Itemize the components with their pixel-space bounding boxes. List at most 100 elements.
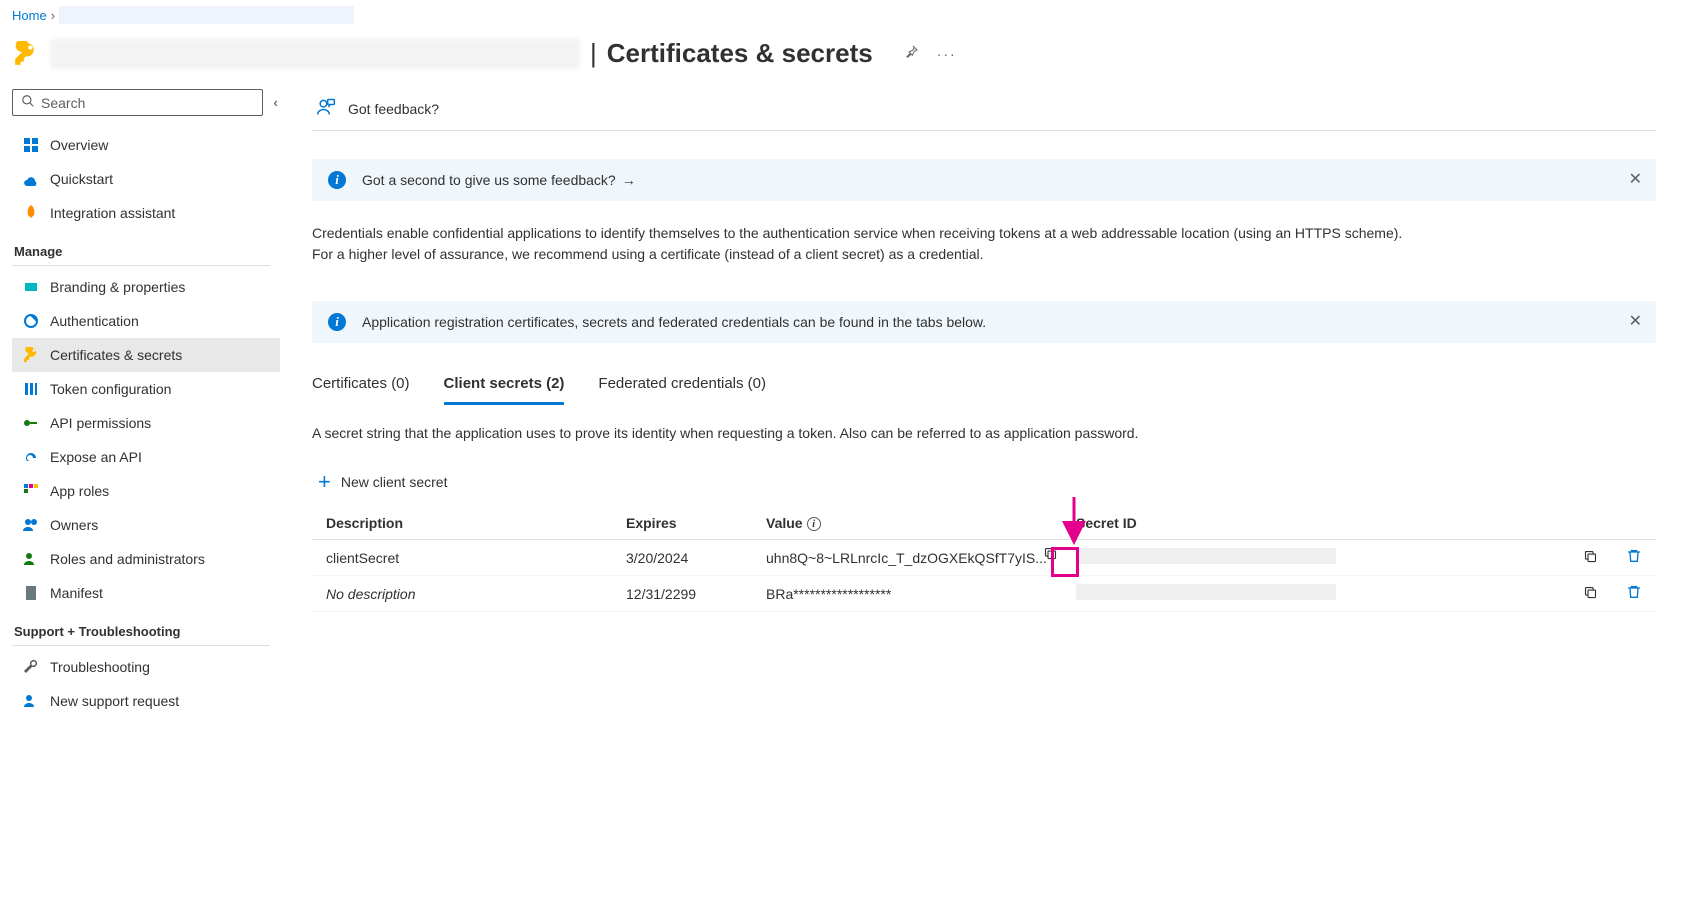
- info-icon: i: [328, 313, 346, 331]
- cell-value: BRa******************: [752, 576, 1062, 612]
- sidebar-item-token[interactable]: Token configuration: [12, 372, 280, 406]
- sidebar: ‹‹ Overview Quickstart Integration assis…: [0, 89, 280, 718]
- branding-icon: [22, 278, 40, 296]
- sidebar-item-label: New support request: [50, 693, 179, 709]
- sidebar-item-authentication[interactable]: Authentication: [12, 304, 280, 338]
- new-client-secret-button[interactable]: + New client secret: [318, 471, 447, 493]
- new-secret-label: New client secret: [341, 474, 448, 490]
- key-icon: [22, 346, 40, 364]
- tab-description: A secret string that the application use…: [312, 425, 1656, 441]
- sidebar-item-label: Overview: [50, 137, 108, 153]
- feedback-label: Got feedback?: [348, 101, 439, 117]
- main-content: Got feedback? i Got a second to give us …: [280, 89, 1680, 718]
- close-icon[interactable]: ✕: [1629, 311, 1642, 331]
- sidebar-item-roles[interactable]: Roles and administrators: [12, 542, 280, 576]
- sidebar-item-label: App roles: [50, 483, 109, 499]
- support-icon: [22, 692, 40, 710]
- tabs: Certificates (0) Client secrets (2) Fede…: [312, 371, 1656, 405]
- col-value: Valuei: [752, 507, 1062, 540]
- cell-expires: 12/31/2299: [612, 576, 752, 612]
- plus-icon: +: [318, 471, 331, 493]
- approles-icon: [22, 482, 40, 500]
- cell-expires: 3/20/2024: [612, 540, 752, 576]
- table-row: clientSecret 3/20/2024 uhn8Q~8~LRLnrcIc_…: [312, 540, 1656, 576]
- sidebar-item-label: Integration assistant: [50, 205, 175, 221]
- cell-description: clientSecret: [312, 540, 612, 576]
- table-row: No description 12/31/2299 BRa***********…: [312, 576, 1656, 612]
- sidebar-item-label: Token configuration: [50, 381, 171, 397]
- delete-icon[interactable]: [1612, 576, 1656, 612]
- feedback-bar[interactable]: Got feedback?: [312, 89, 1656, 131]
- sidebar-item-label: Authentication: [50, 313, 139, 329]
- col-secret-id: Secret ID: [1062, 507, 1569, 540]
- breadcrumb: Home ›: [0, 0, 1687, 28]
- header-divider: |: [590, 38, 597, 69]
- sidebar-item-troubleshooting[interactable]: Troubleshooting: [12, 650, 280, 684]
- sidebar-item-integration[interactable]: Integration assistant: [12, 196, 280, 230]
- search-icon: [21, 94, 35, 111]
- sidebar-item-certificates[interactable]: Certificates & secrets: [12, 338, 280, 372]
- sidebar-item-label: Quickstart: [50, 171, 113, 187]
- roles-icon: [22, 550, 40, 568]
- api-perm-icon: [22, 414, 40, 432]
- page-title: Certificates & secrets: [607, 38, 873, 69]
- rocket-icon: [22, 204, 40, 222]
- sidebar-item-branding[interactable]: Branding & properties: [12, 270, 280, 304]
- sidebar-item-new-support[interactable]: New support request: [12, 684, 280, 718]
- col-description: Description: [312, 507, 612, 540]
- sidebar-item-label: Expose an API: [50, 449, 142, 465]
- tab-federated[interactable]: Federated credentials (0): [598, 371, 766, 405]
- sidebar-item-api-permissions[interactable]: API permissions: [12, 406, 280, 440]
- pin-icon[interactable]: [903, 44, 919, 63]
- credentials-description: Credentials enable confidential applicat…: [312, 223, 1412, 265]
- sidebar-item-label: Certificates & secrets: [50, 347, 182, 363]
- info-icon: i: [328, 171, 346, 189]
- search-input[interactable]: [41, 95, 254, 111]
- overview-icon: [22, 136, 40, 154]
- sidebar-item-overview[interactable]: Overview: [12, 128, 280, 162]
- cell-value: uhn8Q~8~LRLnrcIc_T_dzOGXEkQSfT7yIS...: [752, 540, 1062, 576]
- header-app-name-redacted: [50, 39, 580, 69]
- copy-secretid-icon[interactable]: [1569, 540, 1612, 576]
- breadcrumb-redacted: [59, 6, 354, 24]
- cloud-icon: [22, 170, 40, 188]
- key-icon: [12, 40, 40, 68]
- sidebar-item-label: Manifest: [50, 585, 103, 601]
- auth-icon: [22, 312, 40, 330]
- arrow-right-icon[interactable]: →: [622, 172, 636, 188]
- owners-icon: [22, 516, 40, 534]
- manifest-icon: [22, 584, 40, 602]
- wrench-icon: [22, 658, 40, 676]
- col-expires: Expires: [612, 507, 752, 540]
- page-header: | Certificates & secrets ···: [0, 28, 1687, 89]
- feedback-banner: i Got a second to give us some feedback?…: [312, 159, 1656, 201]
- tab-client-secrets[interactable]: Client secrets (2): [444, 371, 565, 405]
- token-icon: [22, 380, 40, 398]
- sidebar-item-app-roles[interactable]: App roles: [12, 474, 280, 508]
- more-icon[interactable]: ···: [937, 46, 957, 62]
- expose-icon: [22, 448, 40, 466]
- copy-secretid-icon[interactable]: [1569, 576, 1612, 612]
- sidebar-item-label: API permissions: [50, 415, 151, 431]
- sidebar-section-support: Support + Troubleshooting: [12, 610, 270, 646]
- info-icon[interactable]: i: [807, 517, 821, 531]
- sidebar-section-manage: Manage: [12, 230, 270, 266]
- cell-secret-id: [1062, 576, 1569, 612]
- chevron-right-icon: ›: [51, 8, 55, 23]
- tab-certificates[interactable]: Certificates (0): [312, 371, 410, 405]
- search-box[interactable]: [12, 89, 263, 116]
- close-icon[interactable]: ✕: [1629, 169, 1642, 189]
- sidebar-item-expose-api[interactable]: Expose an API: [12, 440, 280, 474]
- delete-icon[interactable]: [1612, 540, 1656, 576]
- secrets-table: Description Expires Valuei Secret ID cli…: [312, 507, 1656, 612]
- cell-secret-id: [1062, 540, 1569, 576]
- cell-description: No description: [312, 576, 612, 612]
- sidebar-item-quickstart[interactable]: Quickstart: [12, 162, 280, 196]
- sidebar-item-owners[interactable]: Owners: [12, 508, 280, 542]
- feedback-icon: [316, 97, 336, 120]
- sidebar-item-label: Troubleshooting: [50, 659, 150, 675]
- sidebar-item-manifest[interactable]: Manifest: [12, 576, 280, 610]
- collapse-sidebar-icon[interactable]: ‹‹: [273, 95, 274, 110]
- breadcrumb-home[interactable]: Home: [12, 8, 47, 23]
- annotation-highlight: [1051, 547, 1079, 577]
